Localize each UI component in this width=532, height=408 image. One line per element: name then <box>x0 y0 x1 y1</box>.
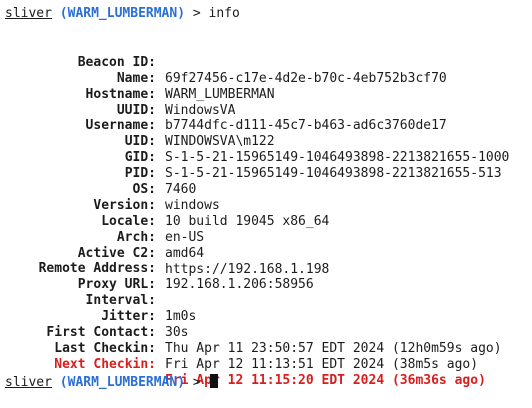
info-row-name: Name: WARM_LUMBERMAN <box>0 55 532 102</box>
prompt-symbol: > <box>192 6 201 21</box>
info-row-next-checkin: Next Checkin: Fri Apr 12 11:15:20 EDT 20… <box>0 341 532 388</box>
command-text: info <box>208 6 240 21</box>
terminal-window[interactable]: sliver (WARM_LUMBERMAN) > info Beacon ID… <box>0 0 532 408</box>
info-key: Next Checkin: <box>54 356 156 372</box>
info-row-active-c2: Active C2: https://192.168.1.198 <box>0 230 532 277</box>
info-row-interval: Interval: 1m0s <box>0 277 532 324</box>
info-row-locale: Locale: en-US <box>0 198 532 245</box>
beacon-info-table: Beacon ID: 69f27456-c17e-4d2e-b70c-4eb75… <box>0 39 532 388</box>
info-row-os: OS: windows <box>0 166 532 213</box>
info-value: Fri Apr 12 11:13:51 EDT 2024 (38m5s ago) <box>165 356 479 372</box>
info-row-beacon-id: Beacon ID: 69f27456-c17e-4d2e-b70c-4eb75… <box>0 39 532 86</box>
info-row-uuid: UUID: b7744dfc-d111-45c7-b463-ad6c3760de… <box>0 87 532 134</box>
info-row-last-checkin: Last Checkin: Fri Apr 12 11:13:51 EDT 20… <box>0 325 532 372</box>
session-name: (WARM_LUMBERMAN) <box>59 375 186 390</box>
info-row-first-contact: First Contact: Thu Apr 11 23:50:57 EDT 2… <box>0 309 532 356</box>
input-line[interactable]: sliver (WARM_LUMBERMAN) > <box>5 374 218 390</box>
prompt-name: sliver <box>5 375 52 390</box>
cursor-block[interactable] <box>209 374 218 388</box>
info-row-version: Version: 10 build 19045 x86_64 <box>0 182 532 229</box>
info-row-remote-address: Remote Address: 192.168.1.206:58956 <box>0 246 532 292</box>
info-row-gid: GID: S-1-5-21-15965149-1046493898-221382… <box>0 134 532 181</box>
info-row-hostname: Hostname: WindowsVA <box>0 71 532 118</box>
info-row-username: Username: WINDOWSVA\m122 <box>0 103 532 149</box>
prompt-name: sliver <box>5 6 52 21</box>
session-name: (WARM_LUMBERMAN) <box>59 6 186 21</box>
prompt-symbol: > <box>192 375 201 390</box>
info-row-proxy-url: Proxy URL: <box>0 261 532 292</box>
info-row-arch: Arch: amd64 <box>0 214 532 261</box>
info-row-jitter: Jitter: 30s <box>0 293 532 340</box>
info-row-uid: UID: S-1-5-21-15965149-1046493898-221382… <box>0 118 532 165</box>
command-line: sliver (WARM_LUMBERMAN) > info <box>5 6 240 22</box>
info-row-pid: PID: 7460 <box>0 150 532 197</box>
